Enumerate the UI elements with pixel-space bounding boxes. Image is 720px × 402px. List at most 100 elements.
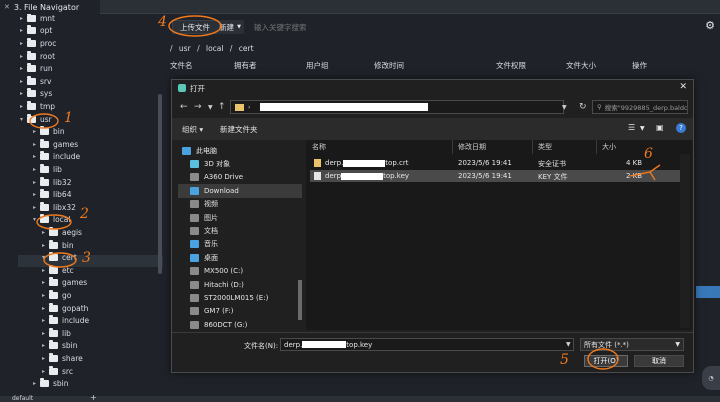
nav-pane-item[interactable]: GM7 (F:) <box>178 305 302 318</box>
breadcrumb-part[interactable]: usr <box>179 44 191 53</box>
caret-right-icon[interactable]: ▸ <box>42 292 49 299</box>
caret-right-icon[interactable]: ▸ <box>33 179 40 186</box>
caret-right-icon[interactable]: ▸ <box>33 141 40 148</box>
preview-pane-icon[interactable]: ▣ <box>656 123 668 133</box>
nav-pane-scrollbar[interactable] <box>298 280 302 320</box>
breadcrumb-part[interactable]: local <box>206 44 223 53</box>
column-header-permissions[interactable]: 文件权限 <box>496 60 526 71</box>
tree-item[interactable]: ▸ lib <box>42 327 71 340</box>
caret-down-icon[interactable]: ▾ <box>42 254 49 261</box>
tree-item[interactable]: ▸ lib64 <box>33 188 71 201</box>
help-icon[interactable]: ? <box>676 123 686 133</box>
close-icon[interactable]: ✕ <box>679 82 687 92</box>
close-icon[interactable]: ✕ <box>4 3 10 11</box>
caret-right-icon[interactable]: ▸ <box>20 65 27 72</box>
address-bar[interactable]: › <box>230 100 564 114</box>
tree-item[interactable]: ▸ go <box>42 289 71 302</box>
filetype-select[interactable]: 所有文件 (*.*) ▼ <box>580 338 684 351</box>
tree-item[interactable]: ▸ proc <box>20 37 56 50</box>
nav-pane-item[interactable]: 视频 <box>178 198 302 211</box>
tree-item[interactable]: ▸ src <box>42 365 73 378</box>
tree-item[interactable]: ▸ gopath <box>42 302 88 315</box>
tree-item[interactable]: ▸ srv <box>20 75 51 88</box>
caret-right-icon[interactable]: ▸ <box>20 103 27 110</box>
tree-scrollbar[interactable] <box>158 94 162 274</box>
column-header-mtime[interactable]: 修改时间 <box>374 60 404 71</box>
nav-pane-item[interactable]: 图片 <box>178 211 302 224</box>
floating-assistant-icon[interactable]: ◔ <box>702 366 720 390</box>
tree-item[interactable]: ▸ lib32 <box>33 176 71 189</box>
caret-right-icon[interactable]: ▸ <box>20 15 27 22</box>
tree-item[interactable]: ▸ games <box>42 277 87 290</box>
caret-right-icon[interactable]: ▸ <box>42 305 49 312</box>
chevron-down-icon[interactable]: ▼ <box>640 125 652 135</box>
nav-pane-item[interactable]: 860DCT (G:) <box>178 318 302 331</box>
caret-right-icon[interactable]: ▸ <box>42 229 49 236</box>
nav-pane-item[interactable]: 桌面 <box>178 251 302 264</box>
filename-input[interactable]: derp. top.key <box>280 338 574 351</box>
nav-pane-item[interactable]: Download <box>178 184 302 198</box>
tree-item[interactable]: ▸ tmp <box>20 100 55 113</box>
tree-item[interactable]: ▾ cert <box>42 251 77 264</box>
chevron-down-icon[interactable]: ▼ <box>562 104 567 111</box>
upload-file-button[interactable]: 上传文件 <box>172 20 218 34</box>
column-separator[interactable] <box>452 140 453 154</box>
tree-item[interactable]: ▸ root <box>20 50 55 63</box>
tab-file-navigator[interactable]: ✕ 3. File Navigator <box>0 0 100 14</box>
column-header-size[interactable]: 文件大小 <box>566 60 596 71</box>
back-arrow-icon[interactable]: ← <box>180 102 188 112</box>
tree-item[interactable]: ▸ sbin <box>42 340 78 353</box>
tree-item[interactable]: ▸ bin <box>42 239 74 252</box>
caret-right-icon[interactable]: ▸ <box>33 128 40 135</box>
nav-pane-item[interactable]: 文档 <box>178 224 302 237</box>
file-row-crt[interactable]: derp. top.crt 2023/5/6 19:41 安全证书 4 KB <box>310 157 680 169</box>
tree-item[interactable]: ▸ sys <box>20 88 52 101</box>
column-header-type[interactable]: 类型 <box>538 142 552 152</box>
organize-menu[interactable]: 组织 ▾ <box>182 124 203 135</box>
caret-right-icon[interactable]: ▸ <box>42 330 49 337</box>
caret-right-icon[interactable]: ▸ <box>20 40 27 47</box>
keyword-search-input[interactable] <box>254 20 374 34</box>
column-header-group[interactable]: 用户组 <box>306 60 329 71</box>
view-options-icon[interactable]: ☰ <box>628 123 640 133</box>
column-header-name[interactable]: 文件名 <box>170 60 193 71</box>
tree-item[interactable]: ▸ share <box>42 352 83 365</box>
file-row-key[interactable]: derp top.key 2023/5/6 19:41 KEY 文件 2 KB <box>310 170 680 182</box>
column-header-owner[interactable]: 拥有者 <box>234 60 257 71</box>
caret-right-icon[interactable]: ▸ <box>33 166 40 173</box>
caret-right-icon[interactable]: ▸ <box>20 90 27 97</box>
new-button[interactable]: 新建 ▼ <box>216 20 244 34</box>
tree-item[interactable]: ▸ mnt <box>20 14 55 25</box>
caret-down-icon[interactable]: ▾ <box>33 216 40 223</box>
caret-right-icon[interactable]: ▸ <box>42 242 49 249</box>
cancel-button[interactable]: 取消 <box>634 355 684 367</box>
caret-right-icon[interactable]: ▸ <box>42 368 49 375</box>
caret-right-icon[interactable]: ▸ <box>33 191 40 198</box>
column-separator[interactable] <box>596 140 597 154</box>
caret-down-icon[interactable]: ▾ <box>20 116 27 123</box>
tree-item[interactable]: ▾ local <box>33 214 70 227</box>
tree-item[interactable]: ▸ lib <box>33 163 62 176</box>
nav-pane-item[interactable]: 音乐 <box>178 238 302 251</box>
nav-pane-item[interactable]: Hitachi (D:) <box>178 278 302 291</box>
caret-right-icon[interactable]: ▸ <box>42 279 49 286</box>
bottom-label[interactable]: default <box>12 395 33 402</box>
tree-item[interactable]: ▸ games <box>33 138 78 151</box>
column-separator[interactable] <box>532 140 533 154</box>
tree-item[interactable]: ▸ include <box>33 151 80 164</box>
dialog-search-box[interactable]: ⚲ 搜索"9929885_derp.baldc... <box>592 100 688 114</box>
nav-pane-item[interactable]: A360 Drive <box>178 171 302 184</box>
nav-pane-item[interactable]: 此电脑 <box>178 144 302 157</box>
nav-pane-item[interactable]: 3D 对象 <box>178 157 302 170</box>
recent-dropdown-icon[interactable]: ▼ <box>208 104 213 111</box>
tree-item[interactable]: ▸ bin <box>33 125 65 138</box>
chevron-down-icon[interactable]: ▼ <box>566 341 571 348</box>
caret-right-icon[interactable]: ▸ <box>20 27 27 34</box>
tree-item[interactable]: ▸ etc <box>42 264 74 277</box>
file-list-scrollbar[interactable] <box>680 154 690 328</box>
caret-right-icon[interactable]: ▸ <box>42 267 49 274</box>
forward-arrow-icon[interactable]: → <box>194 102 202 112</box>
caret-right-icon[interactable]: ▸ <box>42 355 49 362</box>
tree-item[interactable]: ▸ sbin <box>33 377 69 390</box>
caret-right-icon[interactable]: ▸ <box>33 380 40 387</box>
